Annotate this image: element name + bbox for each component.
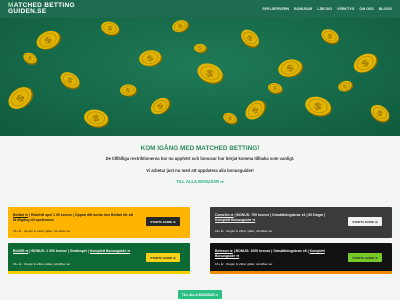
svg-text:$: $ — [91, 113, 101, 124]
terms-note: 18+ år · Regler & villkor gäller, skroll… — [215, 262, 273, 266]
intro-update-note: Vi arbetar just nu med att uppdatera all… — [146, 168, 254, 173]
coin-icon: $ — [370, 104, 390, 123]
coin-icon: $ — [223, 112, 238, 125]
coin-icon: $ — [241, 29, 260, 49]
svg-text:$: $ — [198, 46, 203, 51]
coin-icon: $ — [84, 109, 109, 128]
coin-icon: $ — [139, 50, 163, 67]
nav-item[interactable]: VERKTYG — [337, 7, 354, 11]
bonus-card-text: Betsson ➡ | BONUS: 1000 kronor | Omsättn… — [215, 249, 339, 258]
bonus-description: | Riskfritt spel 1 00 kronor | Öppna dit… — [13, 213, 134, 222]
coin-icon: $ — [353, 53, 378, 73]
all-bonuses-button[interactable]: TILL ALLA BONUSAR ➡ — [178, 290, 222, 299]
site-header: MATCHED BETTING GUIDEN.SE SPELSERVERN BO… — [0, 0, 400, 18]
bonus-card-betfair: Betfair ➡ | Riskfritt spel 1 00 kronor |… — [8, 207, 190, 238]
coin-icon: $ — [194, 43, 208, 54]
site-logo[interactable]: MATCHED BETTING GUIDEN.SE — [8, 2, 75, 16]
coin-icon: $ — [60, 72, 80, 90]
terms-note: 18+ år · Regler & villkor gäller, skroll… — [13, 262, 71, 266]
bonus-description: | BONUS: 1000 kronor | Omsättningskrav x… — [232, 249, 310, 253]
coin-icon: $ — [245, 100, 267, 120]
bonus-card-text: ComeOn ➡ | BONUS: 700 kronor | Omsättnin… — [215, 213, 339, 222]
coin-icon: $ — [321, 29, 340, 45]
main-nav: SPELSERVERN BONUSAR LÄR DIG VERKTYG OM O… — [262, 7, 392, 11]
bonus-card-bet365: Bet365 ➡ | BONUS: 1 200 kronor | Gratiss… — [8, 243, 190, 274]
bookmaker-link[interactable]: Betfair ➡ — [13, 213, 28, 217]
coin-icon: $ — [268, 83, 283, 95]
bonus-card-comeon: ComeOn ➡ | BONUS: 700 kronor | Omsättnin… — [210, 207, 392, 238]
bookmaker-link[interactable]: Bet365 ➡ — [13, 249, 28, 253]
coin-icon: $ — [36, 30, 62, 50]
bonus-description: | BONUS: 1 200 kronor | Gratisspel | — [28, 249, 90, 253]
coin-icon: $ — [8, 87, 34, 109]
coin-icon: $ — [172, 20, 190, 33]
nav-item[interactable]: SPELSERVERN — [262, 7, 289, 11]
bonus-card-text: Betfair ➡ | Riskfritt spel 1 00 kronor |… — [13, 213, 137, 222]
bonus-description: | BONUS: 700 kronor | Omsättningskrav x1… — [233, 213, 326, 217]
start-guide-button[interactable]: STARTA GUIDE ➡ — [348, 217, 382, 226]
nav-item[interactable]: BONUSAR — [294, 7, 312, 11]
coin-icon: $ — [197, 63, 224, 85]
terms-note: 18+ år · Regler & villkor gäller, skroll… — [13, 229, 71, 233]
nav-item[interactable]: BLOGG — [379, 7, 392, 11]
nav-item[interactable]: OM OSS — [359, 7, 373, 11]
coin-icon: $ — [338, 80, 354, 92]
svg-text:$: $ — [272, 85, 278, 91]
coin-icon: $ — [120, 84, 138, 97]
bonus-card-text: Bet365 ➡ | BONUS: 1 200 kronor | Gratiss… — [13, 249, 137, 254]
start-guide-button[interactable]: STARTA GUIDE ➡ — [146, 217, 180, 226]
bookmaker-link[interactable]: Betsson ➡ — [215, 249, 233, 253]
bonus-card-betsson: Betsson ➡ | BONUS: 1000 kronor | Omsättn… — [210, 243, 392, 274]
coin-icon: $ — [23, 52, 38, 65]
bonus-guide-link[interactable]: Komplett Bonusguide ➡ — [215, 218, 255, 222]
coin-icon: $ — [101, 21, 120, 36]
start-guide-button[interactable]: STARTA GUIDE ➡ — [146, 253, 180, 262]
coin-icon: $ — [150, 97, 171, 115]
terms-note: 18+ år · Regler & villkor gäller, skroll… — [215, 229, 273, 233]
coin-icon: $ — [305, 96, 332, 117]
intro-title: KOM IGÅNG MED MATCHED BETTING! — [140, 145, 260, 152]
svg-text:$: $ — [146, 54, 155, 64]
all-bonuses-link[interactable]: TILL ALLA BONUSAR ➡ — [0, 179, 400, 184]
svg-text:$: $ — [125, 87, 131, 94]
bookmaker-link[interactable]: ComeOn ➡ — [215, 213, 234, 217]
hero-banner: $ $ $ $ $ $ $ $ $ $ $ $ $ $ $ $ $ $ $ $ $ $ — [0, 18, 400, 136]
bonus-guide-link[interactable]: Komplett Bonusguide ➡ — [90, 249, 130, 253]
intro-notice: De tillfälliga restriktionerna har nu up… — [105, 156, 295, 161]
gold-coins-illustration: $ $ $ $ $ $ $ $ $ $ $ $ $ $ $ $ $ $ $ $ $ $ — [8, 20, 390, 128]
nav-item[interactable]: LÄR DIG — [317, 7, 332, 11]
start-guide-button[interactable]: STARTA GUIDE ➡ — [348, 253, 382, 262]
coin-icon: $ — [278, 59, 304, 78]
logo-domain: GUIDEN.SE — [8, 8, 47, 15]
